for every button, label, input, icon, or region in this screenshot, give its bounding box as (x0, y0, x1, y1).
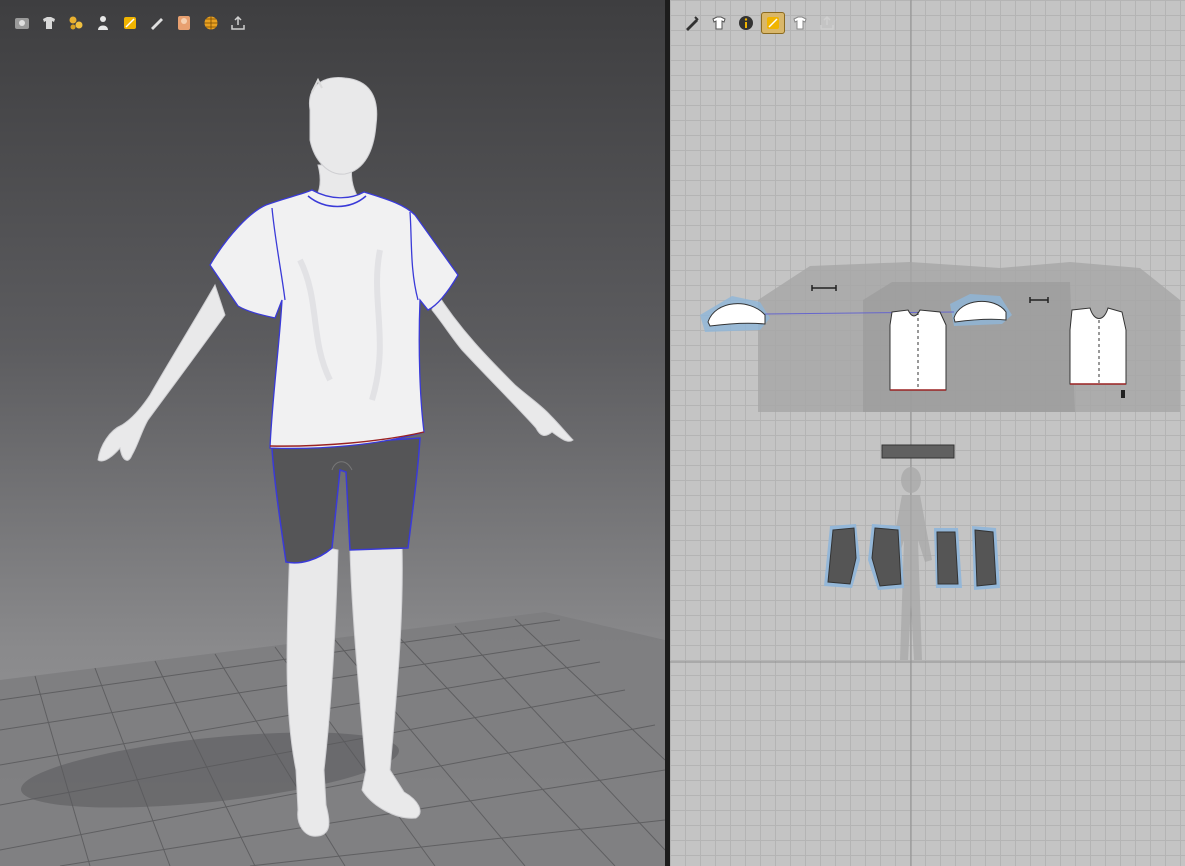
texture-icon (767, 17, 779, 29)
pattern-front-body[interactable] (889, 309, 947, 391)
texture-icon (124, 17, 136, 29)
avatar-display-button[interactable] (10, 12, 34, 34)
export-button[interactable] (815, 12, 839, 34)
mesh-button[interactable] (199, 12, 223, 34)
info-icon (739, 16, 753, 30)
pattern-waistband[interactable] (881, 444, 955, 459)
viewport-2d[interactable] (670, 0, 1185, 866)
shirt-icon (793, 16, 807, 30)
viewport-2d-toolbar (680, 12, 839, 34)
2d-pattern-canvas[interactable] (670, 0, 1185, 866)
info-button[interactable] (734, 12, 758, 34)
fabric-render-button[interactable] (64, 12, 88, 34)
export-button[interactable] (226, 12, 250, 34)
avatar-display-icon (15, 18, 29, 29)
export-icon (231, 15, 245, 30)
pattern-back-body[interactable] (1069, 307, 1127, 398)
texture-button[interactable] (761, 12, 785, 34)
export-icon (820, 15, 834, 30)
garment-view-button[interactable] (707, 12, 731, 34)
avatar-button[interactable] (91, 12, 115, 34)
garment-tshirt[interactable] (209, 189, 459, 450)
edit-pattern-icon (686, 16, 699, 31)
edit-pattern-button[interactable] (680, 12, 704, 34)
fabric-render-icon (69, 16, 83, 30)
garment-display-icon (43, 17, 55, 29)
pin-button[interactable] (145, 12, 169, 34)
viewport-3d[interactable] (0, 0, 665, 866)
garment-display-button[interactable] (37, 12, 61, 34)
avatar-icon (98, 16, 108, 30)
viewport-3d-toolbar (10, 12, 250, 34)
mesh-icon (204, 16, 218, 30)
pin-icon (151, 18, 163, 30)
garment-view-icon (712, 16, 726, 30)
shirt-button[interactable] (788, 12, 812, 34)
garment-shorts[interactable] (271, 437, 421, 564)
texture-button[interactable] (118, 12, 142, 34)
skin-icon (178, 16, 190, 30)
3d-scene[interactable] (0, 0, 665, 866)
skin-button[interactable] (172, 12, 196, 34)
